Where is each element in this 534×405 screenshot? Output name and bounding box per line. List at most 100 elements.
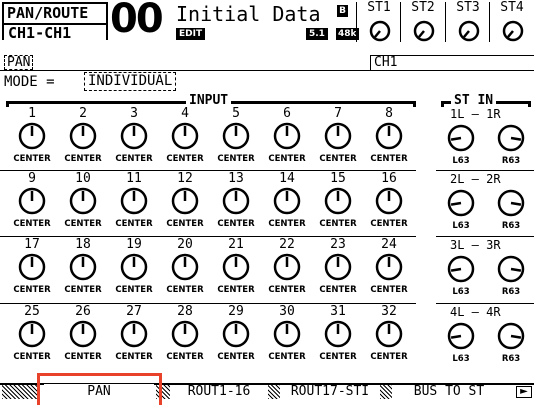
input-channel-28[interactable]: 28 CENTER: [159, 305, 211, 367]
st1-master-pan[interactable]: ST1: [357, 0, 401, 48]
input-channel-20[interactable]: 20 CENTER: [159, 238, 211, 300]
input-channel-30[interactable]: 30 CENTER: [261, 305, 313, 367]
pan-knob[interactable]: [323, 319, 353, 349]
pan-knob[interactable]: [323, 186, 353, 216]
st-in-left-knob[interactable]: [446, 321, 476, 351]
input-channel-15[interactable]: 15 CENTER: [312, 172, 364, 234]
channel-number: 6: [283, 106, 291, 121]
pan-knob[interactable]: [272, 121, 302, 151]
input-channel-10[interactable]: 10 CENTER: [57, 172, 109, 234]
pan-knob[interactable]: [272, 186, 302, 216]
st-in-right-knob[interactable]: [496, 188, 526, 218]
pan-knob-icon: [120, 253, 148, 281]
input-channel-4[interactable]: 4 CENTER: [159, 107, 211, 169]
input-channel-9[interactable]: 9 CENTER: [6, 172, 58, 234]
st4-master-pan[interactable]: ST4: [490, 0, 534, 48]
input-channel-22[interactable]: 22 CENTER: [261, 238, 313, 300]
pan-knob[interactable]: [68, 252, 98, 282]
mode-selector[interactable]: INDIVIDUAL: [84, 72, 177, 91]
pan-knob[interactable]: [68, 186, 98, 216]
input-channel-5[interactable]: 5 CENTER: [210, 107, 262, 169]
channel-number: 25: [24, 304, 40, 319]
divider: [436, 303, 534, 304]
input-channel-1[interactable]: 1 CENTER: [6, 107, 58, 169]
st-in-left-knob[interactable]: [446, 254, 476, 284]
st2-master-pan[interactable]: ST2: [401, 0, 445, 48]
tab-rout17-sti[interactable]: ROUT17-STI: [280, 384, 380, 399]
pan-knob[interactable]: [323, 252, 353, 282]
input-channel-14[interactable]: 14 CENTER: [261, 172, 313, 234]
input-channel-8[interactable]: 8 CENTER: [363, 107, 415, 169]
st-in-right-knob[interactable]: [496, 123, 526, 153]
input-channel-12[interactable]: 12 CENTER: [159, 172, 211, 234]
pan-knob[interactable]: [323, 121, 353, 151]
pan-knob-icon: [324, 320, 352, 348]
input-channel-25[interactable]: 25 CENTER: [6, 305, 58, 367]
pan-knob[interactable]: [119, 252, 149, 282]
st3-master-pan[interactable]: ST3: [446, 0, 490, 48]
pan-knob[interactable]: [17, 252, 47, 282]
input-channel-31[interactable]: 31 CENTER: [312, 305, 364, 367]
pan-knob[interactable]: [68, 121, 98, 151]
input-channel-11[interactable]: 11 CENTER: [108, 172, 160, 234]
st-in-right-knob[interactable]: [496, 254, 526, 284]
scene-number: 00: [110, 0, 164, 42]
pan-knob-icon: [447, 189, 475, 217]
input-channel-29[interactable]: 29 CENTER: [210, 305, 262, 367]
st4-label: ST4: [500, 0, 524, 15]
pan-knob[interactable]: [68, 319, 98, 349]
pan-value: CENTER: [319, 154, 357, 164]
input-channel-2[interactable]: 2 CENTER: [57, 107, 109, 169]
input-channel-7[interactable]: 7 CENTER: [312, 107, 364, 169]
st-in-left-knob[interactable]: [446, 123, 476, 153]
pan-knob[interactable]: [170, 186, 200, 216]
pan-knob[interactable]: [119, 186, 149, 216]
pan-knob[interactable]: [272, 319, 302, 349]
pan-knob[interactable]: [17, 121, 47, 151]
channel-number: 22: [279, 237, 295, 252]
pan-knob[interactable]: [170, 252, 200, 282]
pan-knob[interactable]: [17, 186, 47, 216]
pan-knob-icon: [171, 187, 199, 215]
channel-number: 17: [24, 237, 40, 252]
pan-knob-icon: [324, 253, 352, 281]
input-channel-32[interactable]: 32 CENTER: [363, 305, 415, 367]
input-channel-19[interactable]: 19 CENTER: [108, 238, 160, 300]
pan-knob[interactable]: [374, 121, 404, 151]
pan-knob-icon: [171, 122, 199, 150]
pan-knob[interactable]: [272, 252, 302, 282]
st1-label: ST1: [367, 0, 391, 15]
pan-knob[interactable]: [221, 186, 251, 216]
st-in-right-knob[interactable]: [496, 321, 526, 351]
next-tab-arrow-icon[interactable]: ►: [516, 386, 532, 398]
pan-knob[interactable]: [374, 186, 404, 216]
input-channel-17[interactable]: 17 CENTER: [6, 238, 58, 300]
pan-knob[interactable]: [221, 319, 251, 349]
pan-knob[interactable]: [374, 319, 404, 349]
pan-knob[interactable]: [221, 252, 251, 282]
st-in-left-knob[interactable]: [446, 188, 476, 218]
tab-pan[interactable]: PAN: [44, 384, 154, 399]
input-channel-13[interactable]: 13 CENTER: [210, 172, 262, 234]
input-channel-27[interactable]: 27 CENTER: [108, 305, 160, 367]
pan-knob[interactable]: [374, 252, 404, 282]
pan-value: CENTER: [217, 285, 255, 295]
pan-knob[interactable]: [119, 319, 149, 349]
pan-value: CENTER: [64, 285, 102, 295]
pan-knob[interactable]: [170, 121, 200, 151]
input-channel-3[interactable]: 3 CENTER: [108, 107, 160, 169]
input-channel-23[interactable]: 23 CENTER: [312, 238, 364, 300]
input-channel-21[interactable]: 21 CENTER: [210, 238, 262, 300]
input-channel-6[interactable]: 6 CENTER: [261, 107, 313, 169]
pan-knob[interactable]: [170, 319, 200, 349]
tab-bus-to-st[interactable]: BUS TO ST: [392, 384, 506, 399]
input-channel-18[interactable]: 18 CENTER: [57, 238, 109, 300]
pan-knob[interactable]: [119, 121, 149, 151]
input-channel-24[interactable]: 24 CENTER: [363, 238, 415, 300]
pan-knob[interactable]: [17, 319, 47, 349]
tab-rout1-16[interactable]: ROUT1-16: [170, 384, 268, 399]
pan-knob[interactable]: [221, 121, 251, 151]
input-channel-26[interactable]: 26 CENTER: [57, 305, 109, 367]
pan-value: CENTER: [217, 219, 255, 229]
input-channel-16[interactable]: 16 CENTER: [363, 172, 415, 234]
